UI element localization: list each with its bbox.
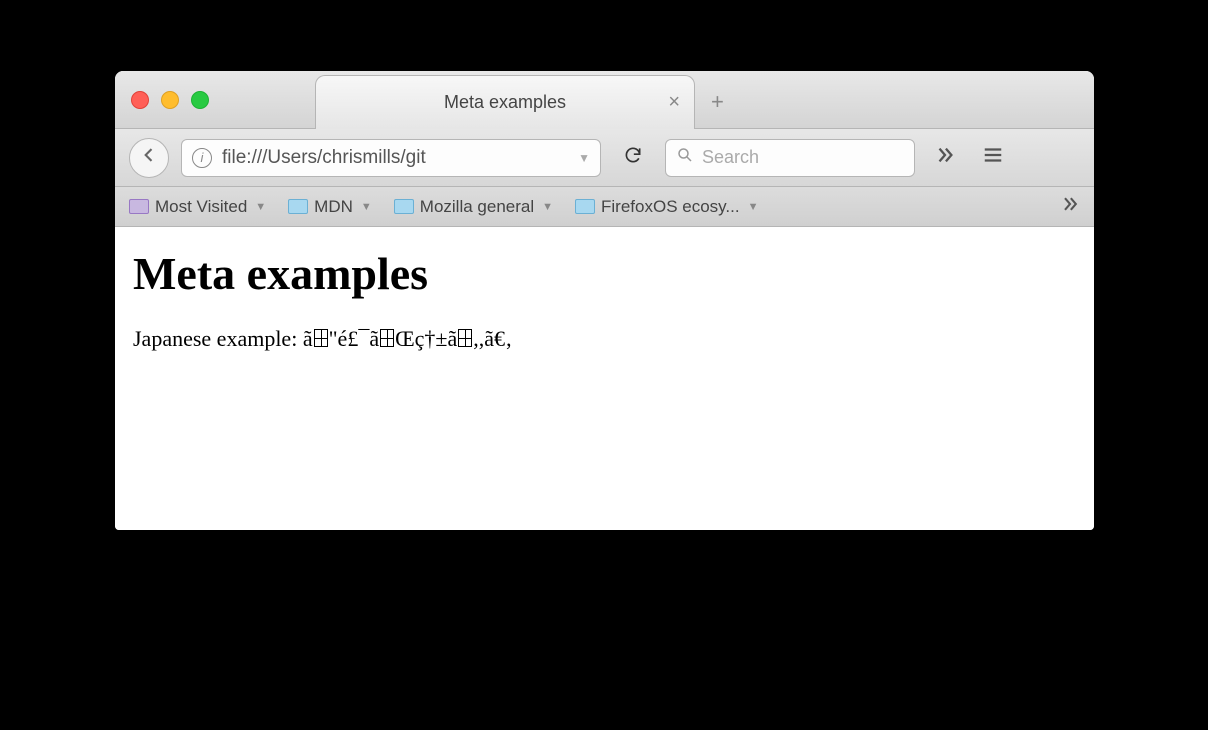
url-dropdown-icon[interactable]: ▼ bbox=[578, 151, 590, 165]
page-content: Meta examples Japanese example: ã"é£¯ãŒç… bbox=[115, 227, 1094, 530]
folder-icon bbox=[288, 199, 308, 214]
search-input[interactable] bbox=[702, 147, 904, 168]
search-icon bbox=[676, 146, 694, 169]
titlebar: Meta examples × + bbox=[115, 71, 1094, 129]
bookmark-most-visited[interactable]: Most Visited ▼ bbox=[129, 197, 266, 217]
bookmark-mdn[interactable]: MDN ▼ bbox=[288, 197, 372, 217]
folder-icon bbox=[394, 199, 414, 214]
bookmarks-toolbar: Most Visited ▼ MDN ▼ Mozilla general ▼ F… bbox=[115, 187, 1094, 227]
traffic-lights bbox=[115, 91, 209, 109]
toolbar: i file:///Users/chrismills/git ▼ bbox=[115, 129, 1094, 187]
folder-icon bbox=[129, 199, 149, 214]
folder-icon bbox=[575, 199, 595, 214]
search-bar[interactable] bbox=[665, 139, 915, 177]
bookmark-label: MDN bbox=[314, 197, 353, 217]
chevron-down-icon: ▼ bbox=[361, 201, 372, 213]
reload-icon bbox=[623, 145, 643, 171]
tofu-glyph-icon bbox=[458, 329, 472, 347]
bookmarks-overflow-button[interactable] bbox=[1060, 194, 1080, 219]
site-info-icon[interactable]: i bbox=[192, 148, 212, 168]
url-bar[interactable]: i file:///Users/chrismills/git ▼ bbox=[181, 139, 601, 177]
bookmark-label: FirefoxOS ecosy... bbox=[601, 197, 740, 217]
bookmark-label: Most Visited bbox=[155, 197, 247, 217]
chevron-down-icon: ▼ bbox=[542, 201, 553, 213]
chevron-double-right-icon bbox=[934, 144, 956, 171]
hamburger-icon bbox=[982, 144, 1004, 171]
back-button[interactable] bbox=[129, 138, 169, 178]
page-paragraph: Japanese example: ã"é£¯ãŒç†±ã,,ã€‚ bbox=[133, 326, 1076, 352]
back-arrow-icon bbox=[139, 145, 159, 171]
close-window-button[interactable] bbox=[131, 91, 149, 109]
browser-window: Meta examples × + i file:///Users/chrism… bbox=[115, 71, 1094, 530]
bookmark-firefoxos[interactable]: FirefoxOS ecosy... ▼ bbox=[575, 197, 758, 217]
chevron-double-right-icon bbox=[1060, 199, 1080, 218]
tofu-glyph-icon bbox=[314, 329, 328, 347]
paragraph-prefix: Japanese example: bbox=[133, 326, 303, 351]
reload-button[interactable] bbox=[613, 138, 653, 178]
toolbar-overflow-button[interactable] bbox=[927, 140, 963, 176]
garbled-text: ã"é£¯ãŒç†±ã,,ã€‚ bbox=[303, 326, 513, 351]
browser-tab[interactable]: Meta examples × bbox=[315, 75, 695, 129]
new-tab-button[interactable]: + bbox=[711, 89, 724, 115]
bookmark-mozilla-general[interactable]: Mozilla general ▼ bbox=[394, 197, 553, 217]
page-heading: Meta examples bbox=[133, 247, 1076, 300]
tab-title: Meta examples bbox=[444, 92, 566, 113]
tofu-glyph-icon bbox=[380, 329, 394, 347]
menu-button[interactable] bbox=[975, 140, 1011, 176]
maximize-window-button[interactable] bbox=[191, 91, 209, 109]
bookmark-label: Mozilla general bbox=[420, 197, 534, 217]
url-text: file:///Users/chrismills/git bbox=[222, 147, 568, 169]
chevron-down-icon: ▼ bbox=[748, 201, 759, 213]
chevron-down-icon: ▼ bbox=[255, 201, 266, 213]
minimize-window-button[interactable] bbox=[161, 91, 179, 109]
close-tab-button[interactable]: × bbox=[668, 91, 680, 114]
